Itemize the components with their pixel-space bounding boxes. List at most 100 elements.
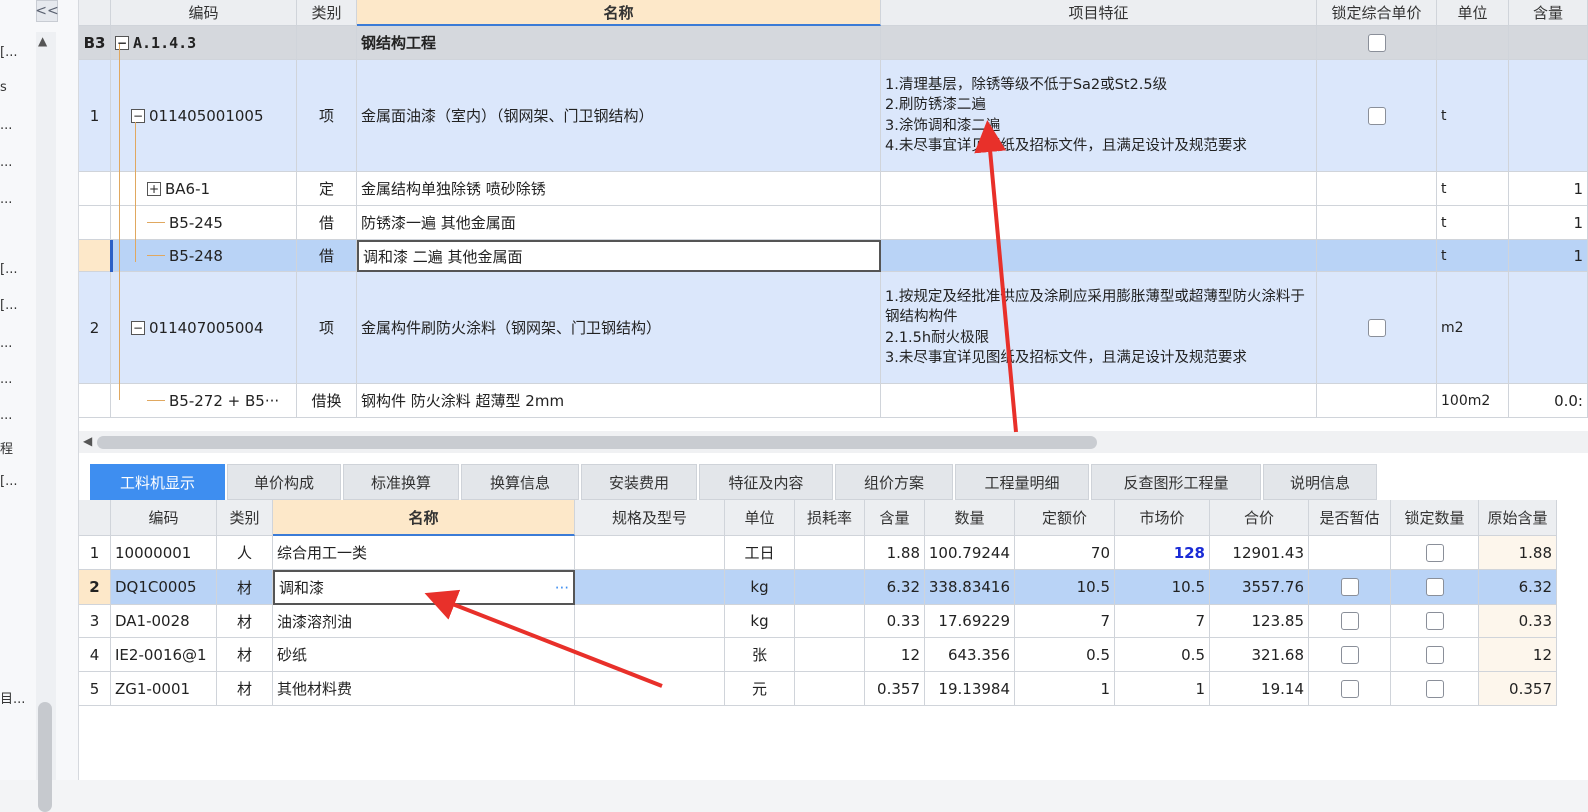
nav-fragment[interactable]: ... (0, 118, 30, 133)
scroll-up-arrow-icon[interactable]: ▲ (38, 34, 47, 48)
lock-price-checkbox[interactable] (1367, 33, 1386, 52)
market-price-cell[interactable]: 0.5 (1115, 638, 1210, 672)
name-cell[interactable]: 调和漆 ··· (273, 570, 575, 605)
lock-quantity-checkbox[interactable] (1425, 645, 1444, 664)
lock-quantity-cell[interactable] (1391, 638, 1479, 672)
feature-cell[interactable] (881, 26, 1317, 60)
scrollbar-thumb[interactable] (38, 702, 52, 812)
unit-cell[interactable]: t (1437, 172, 1509, 206)
base-price-cell[interactable]: 10.5 (1015, 570, 1115, 605)
expand-node-icon[interactable]: + (147, 181, 161, 196)
edit-ellipsis-button[interactable]: ··· (555, 579, 573, 597)
nav-fragment[interactable]: [... (0, 474, 30, 489)
market-price-cell[interactable]: 10.5 (1115, 570, 1210, 605)
name-cell[interactable]: 金属结构单独除锈 喷砂除锈 (357, 172, 881, 206)
code-cell[interactable]: 10000001 (111, 536, 217, 570)
unit-cell[interactable]: t (1437, 206, 1509, 240)
lock-quantity-cell[interactable] (1391, 605, 1479, 638)
code-cell[interactable]: B5-248 (111, 240, 297, 272)
name-cell[interactable]: 钢结构工程 (357, 26, 881, 60)
feature-cell[interactable] (881, 384, 1317, 418)
estimate-checkbox[interactable] (1340, 679, 1359, 698)
estimate-checkbox[interactable] (1340, 612, 1359, 630)
original-quantity-column-header[interactable]: 原始含量 (1479, 500, 1557, 536)
lock-quantity-cell[interactable] (1391, 672, 1479, 706)
lock-quantity-checkbox[interactable] (1425, 612, 1444, 630)
estimate-cell[interactable] (1309, 605, 1391, 638)
loss-rate-cell[interactable] (795, 536, 865, 570)
quantity-cell[interactable]: 1 (1509, 172, 1588, 206)
total-cell[interactable]: 3557.76 (1210, 570, 1309, 605)
amount-cell[interactable]: 100.79244 (925, 536, 1015, 570)
base-price-column-header[interactable]: 定额价 (1015, 500, 1115, 536)
lock-price-cell[interactable] (1317, 272, 1437, 384)
type-cell[interactable]: 借 (297, 240, 357, 272)
code-cell[interactable]: DA1-0028 (111, 605, 217, 638)
nav-fragment[interactable]: ... (0, 155, 30, 170)
unit-cell[interactable]: 100m2 (1437, 384, 1509, 418)
code-cell[interactable]: −011407005004 (111, 272, 297, 384)
code-cell[interactable]: −011405001005 (111, 60, 297, 172)
market-price-cell[interactable]: 7 (1115, 605, 1210, 638)
unit-cell[interactable]: kg (725, 570, 795, 605)
type-cell[interactable]: 定 (297, 172, 357, 206)
lock-price-checkbox[interactable] (1367, 106, 1386, 125)
feature-cell[interactable] (881, 172, 1317, 206)
type-cell[interactable]: 借换 (297, 384, 357, 418)
lock-quantity-column-header[interactable]: 锁定数量 (1391, 500, 1479, 536)
total-cell[interactable]: 123.85 (1210, 605, 1309, 638)
estimate-column-header[interactable]: 是否暂估 (1309, 500, 1391, 536)
lock-quantity-checkbox[interactable] (1425, 679, 1444, 698)
total-cell[interactable]: 19.14 (1210, 672, 1309, 706)
unit-cell[interactable]: 元 (725, 672, 795, 706)
name-cell[interactable]: 调和漆 二遍 其他金属面 (357, 240, 881, 272)
base-price-cell[interactable]: 7 (1015, 605, 1115, 638)
estimate-cell[interactable] (1309, 536, 1391, 570)
loss-rate-cell[interactable] (795, 638, 865, 672)
lock-price-checkbox[interactable] (1367, 318, 1386, 337)
spec-cell[interactable] (575, 605, 725, 638)
code-column-header[interactable]: 编码 (111, 500, 217, 536)
quantity-cell[interactable]: 1 (1509, 206, 1588, 240)
quantity-column-header[interactable]: 含量 (1509, 0, 1588, 26)
tab-4[interactable]: 安装费用 (581, 464, 697, 500)
type-cell[interactable]: 材 (217, 605, 273, 638)
estimate-cell[interactable] (1309, 570, 1391, 605)
market-price-column-header[interactable]: 市场价 (1115, 500, 1210, 536)
nav-fragment[interactable]: [... (0, 262, 30, 277)
type-column-header[interactable]: 类别 (217, 500, 273, 536)
lock-price-cell[interactable] (1317, 60, 1437, 172)
spec-cell[interactable] (575, 570, 725, 605)
quantity-cell[interactable]: 0.357 (865, 672, 925, 706)
nav-fragment[interactable]: ... (0, 372, 30, 387)
base-price-cell[interactable]: 70 (1015, 536, 1115, 570)
loss-rate-cell[interactable] (795, 570, 865, 605)
amount-cell[interactable]: 19.13984 (925, 672, 1015, 706)
amount-cell[interactable]: 643.356 (925, 638, 1015, 672)
name-cell[interactable]: 油漆溶剂油 (273, 605, 575, 638)
collapse-node-icon[interactable]: − (131, 108, 145, 123)
collapse-node-icon[interactable]: − (131, 320, 145, 335)
nav-fragment[interactable]: 程 (0, 438, 30, 457)
name-column-header[interactable]: 名称 (273, 500, 575, 536)
unit-cell[interactable]: 张 (725, 638, 795, 672)
unit-cell[interactable]: t (1437, 60, 1509, 172)
lock-quantity-cell[interactable] (1391, 536, 1479, 570)
feature-cell[interactable] (881, 240, 1317, 272)
quantity-cell[interactable] (1509, 26, 1588, 60)
total-cell[interactable]: 321.68 (1210, 638, 1309, 672)
unit-cell[interactable]: 工日 (725, 536, 795, 570)
name-cell[interactable]: 砂纸 (273, 638, 575, 672)
code-cell[interactable]: DQ1C0005 (111, 570, 217, 605)
feature-column-header[interactable]: 项目特征 (881, 0, 1317, 26)
total-column-header[interactable]: 合价 (1210, 500, 1309, 536)
lock-price-cell[interactable] (1317, 26, 1437, 60)
nav-fragment[interactable]: [... (0, 298, 30, 313)
type-column-header[interactable]: 类别 (297, 0, 357, 26)
loss-rate-column-header[interactable]: 损耗率 (795, 500, 865, 536)
loss-rate-cell[interactable] (795, 605, 865, 638)
lock-price-column-header[interactable]: 锁定综合单价 (1317, 0, 1437, 26)
unit-column-header[interactable]: 单位 (1437, 0, 1509, 26)
unit-cell[interactable] (1437, 26, 1509, 60)
tab-9[interactable]: 说明信息 (1263, 464, 1377, 500)
